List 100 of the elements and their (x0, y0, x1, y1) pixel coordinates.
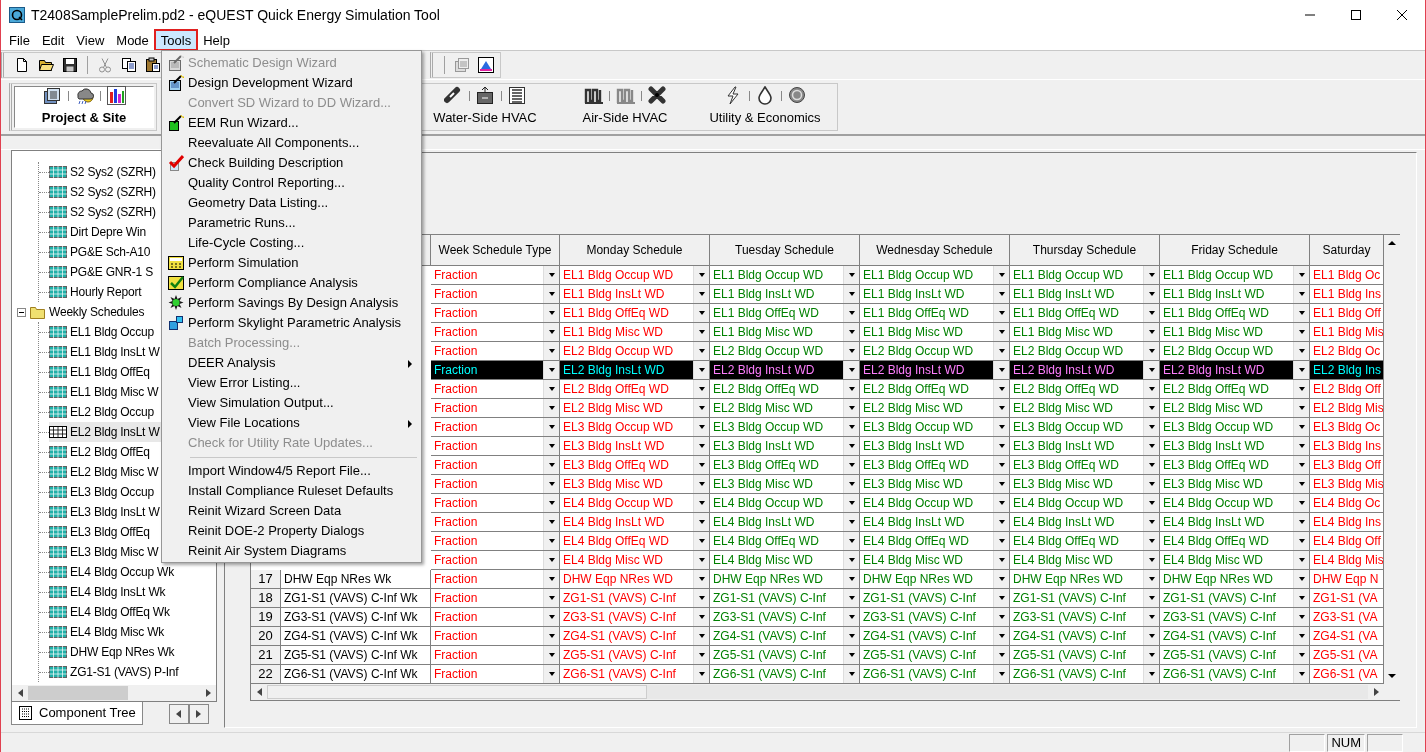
dropdown-button[interactable] (993, 437, 1009, 455)
schedule-dropdown[interactable]: EL3 Bldg Misc WD (560, 475, 710, 494)
menu-item[interactable]: Geometry Data Listing... (164, 193, 419, 213)
schedule-dropdown[interactable]: ZG3-S1 (VAVS) C-Inf (1010, 608, 1160, 627)
dropdown-button[interactable] (843, 361, 859, 379)
schedule-dropdown[interactable]: EL2 Bldg Misc WD (1010, 399, 1160, 418)
dropdown-button[interactable] (993, 361, 1009, 379)
schedule-dropdown[interactable]: EL3 Bldg Occup WD (860, 418, 1010, 437)
dropdown-button[interactable] (1143, 627, 1159, 645)
tree-item[interactable]: EL4 Bldg Occup Wk (49, 562, 176, 582)
menu-item[interactable]: Install Compliance Ruleset Defaults (164, 481, 419, 501)
menu-item[interactable]: Perform Skylight Parametric Analysis (164, 313, 419, 333)
schedule-dropdown[interactable]: ZG1-S1 (VAVS) C-Inf (1160, 589, 1310, 608)
dropdown-button[interactable] (693, 456, 709, 474)
dropdown-button[interactable] (993, 513, 1009, 531)
schedule-dropdown[interactable]: EL2 Bldg Misc WD (560, 399, 710, 418)
schedule-dropdown[interactable]: Fraction (431, 551, 560, 570)
schedule-dropdown[interactable]: ZG3-S1 (VAVS) C-Inf (1160, 608, 1310, 627)
dropdown-button[interactable] (843, 494, 859, 512)
tree-item[interactable]: EL3 Bldg InsLt W (49, 502, 162, 522)
dropdown-button[interactable] (543, 399, 559, 417)
dropdown-button[interactable] (1143, 304, 1159, 322)
menu-item[interactable]: Help (197, 30, 236, 50)
dropdown-button[interactable] (693, 323, 709, 341)
dropdown-button[interactable] (843, 627, 859, 645)
dropdown-button[interactable] (993, 266, 1009, 284)
tree-item[interactable]: EL4 Bldg OffEq Wk (49, 602, 172, 622)
tree-item[interactable]: S2 Sys2 (SZRH) (49, 202, 158, 222)
schedule-dropdown[interactable]: ZG5-S1 (VAVS) C-Inf (1010, 646, 1160, 665)
menu-item[interactable]: Life-Cycle Costing... (164, 233, 419, 253)
menu-item[interactable]: Reinit DOE-2 Property Dialogs (164, 521, 419, 541)
dropdown-button[interactable] (1143, 646, 1159, 664)
menu-item[interactable]: View Error Listing... (164, 373, 419, 393)
schedule-dropdown[interactable]: EL3 Bldg Misc WD (1160, 475, 1310, 494)
schedule-dropdown[interactable]: EL3 Bldg OffEq WD (860, 456, 1010, 475)
tree-item[interactable]: EL2 Bldg InsLt W (49, 422, 162, 442)
schedule-dropdown[interactable]: EL4 Bldg Occup WD (560, 494, 710, 513)
schedule-dropdown[interactable]: ZG4-S1 (VAVS) C-Inf (1010, 627, 1160, 646)
dropdown-button[interactable] (543, 361, 559, 379)
schedule-dropdown[interactable]: EL4 Bldg Occup WD (1160, 494, 1310, 513)
dropdown-button[interactable] (843, 665, 859, 683)
dropdown-button[interactable] (993, 646, 1009, 664)
dropdown-button[interactable] (1143, 437, 1159, 455)
dropdown-button[interactable] (1293, 266, 1309, 284)
schedule-dropdown[interactable]: EL1 Bldg Occup WD (1160, 266, 1310, 285)
dropdown-button[interactable] (1293, 646, 1309, 664)
tree-item[interactable]: Hourly Report (49, 282, 144, 302)
schedule-dropdown[interactable]: EL1 Bldg OffEq WD (710, 304, 860, 323)
schedule-dropdown[interactable]: EL4 Bldg Occup WD (860, 494, 1010, 513)
tree-item[interactable]: EL3 Bldg Misc W (49, 542, 161, 562)
schedule-dropdown[interactable]: EL2 Bldg Misc WD (710, 399, 860, 418)
dropdown-button[interactable] (993, 570, 1009, 588)
schedule-dropdown[interactable]: Fraction (431, 570, 560, 589)
schedule-dropdown[interactable]: DHW Eqp NRes WD (860, 570, 1010, 589)
dropdown-button[interactable] (1293, 475, 1309, 493)
schedule-dropdown[interactable]: EL1 Bldg Misc WD (1160, 323, 1310, 342)
schedule-dropdown[interactable]: DHW Eqp NRes WD (1160, 570, 1310, 589)
schedule-dropdown[interactable]: EL2 Bldg InsLt WD (860, 361, 1010, 380)
tree-item[interactable]: EL1 Bldg InsLt W (49, 342, 162, 362)
dropdown-button[interactable] (693, 665, 709, 683)
dropdown-button[interactable] (1143, 342, 1159, 360)
dropdown-button[interactable] (693, 475, 709, 493)
dropdown-button[interactable] (543, 266, 559, 284)
schedule-dropdown[interactable]: EL1 Bldg Misc WD (1010, 323, 1160, 342)
dropdown-button[interactable] (543, 418, 559, 436)
dropdown-button[interactable] (693, 532, 709, 550)
dropdown-button[interactable] (1143, 456, 1159, 474)
open-folder-icon[interactable] (38, 57, 54, 73)
schedule-dropdown[interactable]: Fraction (431, 456, 560, 475)
schedule-dropdown[interactable]: EL2 Bldg Misc WD (1160, 399, 1310, 418)
schedule-dropdown[interactable]: ZG1-S1 (VAVS) C-Inf (1010, 589, 1160, 608)
schedule-dropdown[interactable]: EL3 Bldg InsLt WD (860, 437, 1010, 456)
schedule-dropdown[interactable]: EL1 Bldg InsLt WD (560, 285, 710, 304)
schedule-dropdown[interactable]: EL2 Bldg Misc WD (860, 399, 1010, 418)
schedule-dropdown[interactable]: EL4 Bldg OffEq WD (860, 532, 1010, 551)
tree-item[interactable]: S2 Sys2 (SZRH) (49, 162, 158, 182)
column-header[interactable]: Wednesday Schedule (860, 235, 1010, 266)
dropdown-button[interactable] (843, 570, 859, 588)
dropdown-button[interactable] (843, 456, 859, 474)
dropdown-button[interactable] (993, 475, 1009, 493)
schedule-dropdown[interactable]: EL1 Bldg Occup WD (860, 266, 1010, 285)
dropdown-button[interactable] (543, 513, 559, 531)
menu-item[interactable]: DEER Analysis (164, 353, 419, 373)
schedule-dropdown[interactable]: EL4 Bldg InsLt WD (1010, 513, 1160, 532)
schedule-dropdown[interactable]: EL3 Bldg OffEq WD (710, 456, 860, 475)
chart-icon[interactable] (478, 57, 494, 73)
dropdown-button[interactable] (1293, 456, 1309, 474)
menu-item[interactable]: Import Window4/5 Report File... (164, 461, 419, 481)
dropdown-button[interactable] (1293, 589, 1309, 607)
dropdown-button[interactable] (1143, 513, 1159, 531)
schedule-dropdown[interactable]: ZG5-S1 (VAVS) C-Inf (710, 646, 860, 665)
tree-item[interactable]: Weekly Schedules (30, 302, 147, 322)
dropdown-button[interactable] (843, 513, 859, 531)
dropdown-button[interactable] (1143, 399, 1159, 417)
dropdown-button[interactable] (843, 551, 859, 569)
tree-item[interactable]: S2 Sys2 (SZRH) (49, 182, 158, 202)
tree-item[interactable]: Dirt Depre Win (49, 222, 148, 242)
tree-item[interactable]: EL2 Bldg Occup (49, 402, 156, 422)
column-header[interactable]: Monday Schedule (560, 235, 710, 266)
menu-item[interactable]: Parametric Runs... (164, 213, 419, 233)
